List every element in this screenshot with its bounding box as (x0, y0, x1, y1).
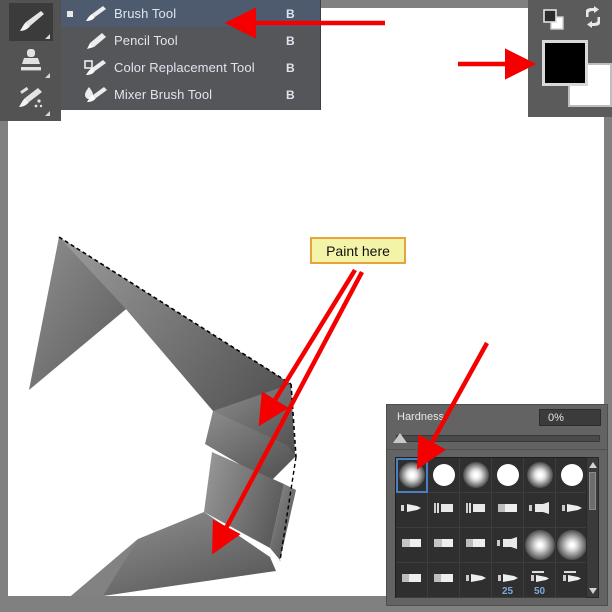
brush-tool-flyout: Brush Tool B Pencil Tool B Color Replace… (61, 0, 321, 110)
hard-round-brush-icon (496, 464, 519, 486)
brush-stroke-icon (463, 501, 489, 520)
clone-stamp-tool-button[interactable] (9, 42, 53, 80)
hardness-value-field[interactable]: 0% (539, 409, 601, 426)
brush-preset-cell[interactable] (428, 493, 460, 528)
active-tool-marker (61, 10, 78, 17)
brush-preset-cell[interactable]: 50 (524, 563, 556, 598)
brush-preset-cell[interactable] (428, 563, 460, 598)
flyout-item-brush-tool[interactable]: Brush Tool B (61, 0, 320, 27)
brush-stroke-icon (399, 536, 425, 555)
brush-stroke-icon (399, 571, 425, 590)
brush-icon (78, 4, 114, 24)
brush-preset-cell[interactable] (556, 528, 588, 563)
hard-round-brush-icon (560, 464, 583, 486)
brush-preset-cell[interactable] (428, 528, 460, 563)
brush-preset-cell[interactable] (396, 458, 428, 493)
soft-round-brush-icon (526, 462, 553, 488)
hardness-row: Hardness 0% (387, 405, 607, 431)
hardness-value: 0% (548, 412, 564, 424)
flyout-item-color-replacement-tool[interactable]: Color Replacement Tool B (61, 54, 320, 81)
brush-stroke-icon (463, 571, 489, 590)
scroll-down-arrow-icon[interactable] (587, 585, 598, 596)
brush-stroke-icon (399, 501, 425, 520)
flyout-item-label: Brush Tool (114, 6, 177, 21)
flyout-item-mixer-brush-tool[interactable]: Mixer Brush Tool B (61, 81, 320, 108)
brush-preset-cell[interactable]: 25 (492, 563, 524, 598)
tool-flyout-triangle (45, 34, 50, 39)
default-colors-icon[interactable] (542, 8, 566, 35)
flyout-item-shortcut: B (286, 60, 295, 75)
hardness-slider-track[interactable] (396, 435, 600, 442)
brush-preset-cell[interactable] (556, 458, 588, 493)
brush-preset-cell[interactable] (492, 528, 524, 563)
brush-stroke-icon (559, 570, 585, 591)
brush-preset-picker: Hardness 0% 25 50 (386, 404, 608, 606)
pencil-icon (78, 31, 114, 51)
brush-stroke-icon (431, 536, 457, 555)
scrollbar-thumb[interactable] (589, 472, 596, 510)
history-brush-icon (19, 86, 43, 108)
tool-flyout-triangle (45, 73, 50, 78)
mixer-brush-icon (78, 85, 114, 105)
brush-stroke-icon (463, 536, 489, 555)
brush-stroke-icon (495, 535, 521, 556)
paintbrush-icon (20, 11, 44, 31)
hardness-label: Hardness (397, 411, 445, 423)
brush-preset-cell[interactable] (556, 563, 588, 598)
brush-preset-cell[interactable] (396, 493, 428, 528)
brush-preset-cell[interactable] (428, 458, 460, 493)
flyout-item-shortcut: B (286, 33, 295, 48)
brush-preset-grid[interactable]: 25 50 (395, 457, 588, 598)
brush-size-label: 50 (533, 586, 546, 597)
flyout-item-label: Mixer Brush Tool (114, 87, 213, 102)
brush-preset-cell[interactable] (460, 528, 492, 563)
brush-stroke-icon (495, 501, 521, 520)
flyout-item-label: Pencil Tool (114, 33, 178, 48)
flyout-item-shortcut: B (286, 87, 295, 102)
brush-preset-cell[interactable] (460, 493, 492, 528)
foreground-color-swatch[interactable] (542, 40, 588, 86)
brush-tool-button[interactable] (9, 3, 53, 41)
swap-colors-icon[interactable] (582, 6, 606, 33)
brush-preset-cell[interactable] (524, 493, 556, 528)
brush-preset-cell[interactable] (524, 528, 556, 563)
tools-panel (0, 0, 61, 121)
brush-preset-cell[interactable] (396, 528, 428, 563)
color-swatch-panel (528, 0, 612, 117)
tool-flyout-triangle (45, 111, 50, 116)
flyout-item-pencil-tool[interactable]: Pencil Tool B (61, 27, 320, 54)
brush-stroke-icon (527, 500, 553, 521)
flyout-item-label: Color Replacement Tool (114, 60, 255, 75)
panel-divider (387, 449, 607, 450)
brush-stroke-icon (431, 571, 457, 590)
brush-preset-cell[interactable] (460, 563, 492, 598)
brush-preset-cell[interactable] (460, 458, 492, 493)
flyout-item-shortcut: B (286, 6, 295, 21)
brush-preset-cell[interactable] (556, 493, 588, 528)
brush-grid-scrollbar[interactable] (586, 457, 599, 598)
paint-here-callout: Paint here (310, 237, 406, 264)
soft-round-brush-icon (524, 530, 555, 560)
history-brush-tool-button[interactable] (9, 80, 53, 118)
brush-preset-cell[interactable] (396, 563, 428, 598)
callout-label: Paint here (326, 242, 390, 259)
scroll-up-arrow-icon[interactable] (587, 459, 598, 470)
brush-preset-cell[interactable] (492, 493, 524, 528)
photoshop-window: Brush Tool B Pencil Tool B Color Replace… (0, 0, 612, 612)
color-replacement-icon (78, 58, 114, 78)
brush-preset-cell[interactable] (492, 458, 524, 493)
brush-preset-cell[interactable] (524, 458, 556, 493)
soft-round-brush-icon (398, 462, 425, 488)
soft-round-brush-icon (462, 462, 489, 488)
brush-stroke-icon (431, 501, 457, 520)
brush-stroke-icon (559, 501, 585, 520)
brush-size-label: 25 (501, 586, 514, 597)
soft-round-brush-icon (556, 530, 587, 560)
hard-round-brush-icon (432, 464, 455, 486)
hardness-slider-handle[interactable] (393, 433, 407, 443)
clone-stamp-icon (21, 49, 41, 71)
